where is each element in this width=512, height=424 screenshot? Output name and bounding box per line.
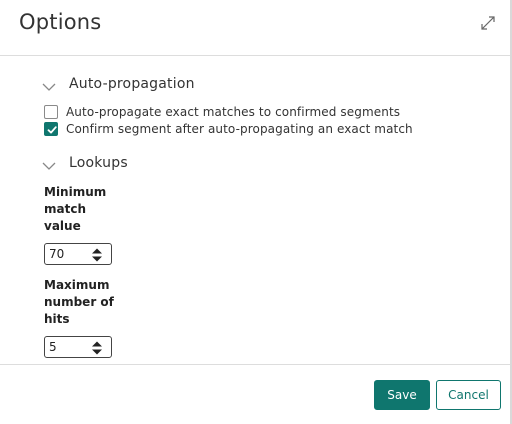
expand-icon[interactable] bbox=[478, 13, 498, 33]
number-stepper-icon[interactable] bbox=[92, 248, 102, 262]
save-button[interactable]: Save bbox=[374, 380, 430, 410]
option-auto-propagate-row: Auto-propagate exact matches to confirme… bbox=[44, 104, 400, 120]
max-hits-label: Maximum number of hits bbox=[44, 277, 114, 328]
auto-propagate-checkbox[interactable] bbox=[44, 105, 58, 119]
dialog-title: Options bbox=[19, 10, 102, 34]
section-auto-propagation[interactable]: Auto-propagation bbox=[42, 74, 195, 94]
min-match-value: 70 bbox=[49, 247, 65, 261]
label-line: Maximum bbox=[44, 278, 110, 292]
confirm-segment-checkbox[interactable] bbox=[44, 122, 58, 136]
label-line: number of bbox=[44, 295, 114, 309]
section-lookups[interactable]: Lookups bbox=[42, 153, 128, 173]
option-confirm-segment-row: Confirm segment after auto-propagating a… bbox=[44, 121, 413, 137]
section-title: Lookups bbox=[69, 155, 128, 171]
chevron-down-icon bbox=[42, 83, 56, 91]
cancel-button[interactable]: Cancel bbox=[436, 380, 501, 410]
checkmark-icon bbox=[47, 126, 57, 134]
section-title: Auto-propagation bbox=[69, 76, 195, 92]
max-hits-value: 5 bbox=[49, 340, 57, 354]
min-match-label: Minimum match value bbox=[44, 184, 106, 235]
max-hits-input[interactable]: 5 bbox=[44, 336, 112, 358]
dialog-footer: Save Cancel bbox=[0, 364, 510, 424]
options-dialog: Options Auto-propagation Auto-propagate … bbox=[0, 0, 512, 424]
checkbox-label: Confirm segment after auto-propagating a… bbox=[66, 122, 413, 136]
label-line: Minimum bbox=[44, 185, 107, 199]
checkbox-label: Auto-propagate exact matches to confirme… bbox=[66, 105, 401, 119]
number-stepper-icon[interactable] bbox=[92, 341, 102, 355]
label-line: hits bbox=[44, 312, 70, 326]
min-match-input[interactable]: 70 bbox=[44, 243, 112, 265]
label-line: match bbox=[44, 202, 86, 216]
dialog-header: Options bbox=[0, 0, 510, 56]
label-line: value bbox=[44, 219, 81, 233]
chevron-down-icon bbox=[42, 162, 56, 170]
